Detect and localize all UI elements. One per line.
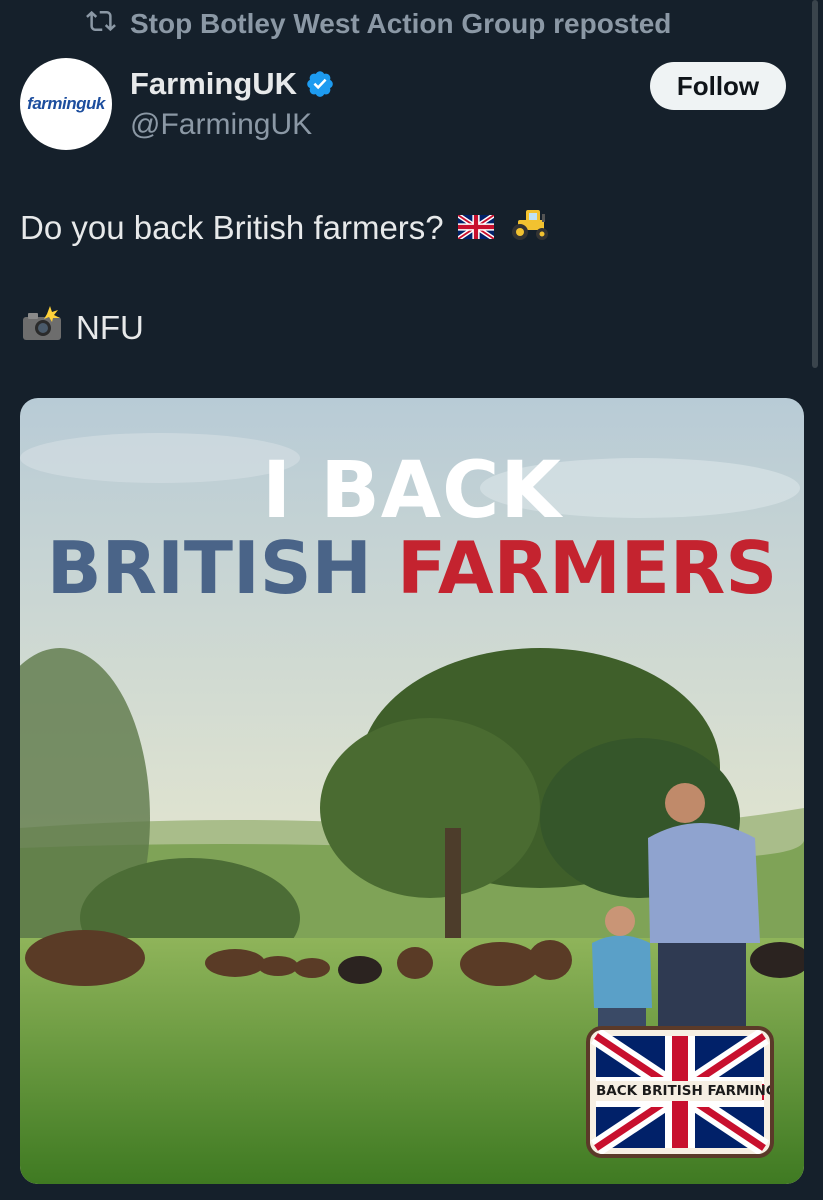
repost-icon bbox=[84, 6, 118, 43]
tweet-text-line-1: Do you back British farmers? bbox=[20, 206, 552, 250]
repost-context[interactable]: Stop Botley West Action Group reposted bbox=[84, 6, 671, 42]
verified-badge-icon bbox=[305, 69, 335, 99]
avatar-logo-text: farminguk bbox=[27, 94, 105, 113]
scrollbar[interactable] bbox=[812, 0, 818, 368]
headline-line-2: BRITISH FARMERS bbox=[20, 526, 804, 610]
avatar[interactable]: farminguk bbox=[20, 58, 112, 150]
author-block: FarmingUK @FarmingUK bbox=[130, 66, 335, 142]
back-british-farming-badge: BACK BRITISH FARMING bbox=[586, 1026, 774, 1158]
author-display-name: FarmingUK bbox=[130, 66, 298, 101]
tweet-media-image[interactable]: I BACK BRITISH FARMERS BACK BRITISH FARM… bbox=[20, 398, 804, 1184]
author-handle[interactable]: @FarmingUK bbox=[130, 108, 335, 142]
follow-button[interactable]: Follow bbox=[650, 62, 786, 110]
tweet-text-line-2: NFU bbox=[20, 306, 144, 350]
tweet-credit: NFU bbox=[76, 309, 144, 346]
uk-flag-icon bbox=[456, 209, 495, 247]
headline-word-british: BRITISH bbox=[46, 526, 372, 610]
tractor-icon bbox=[508, 206, 552, 250]
author-name-row[interactable]: FarmingUK bbox=[130, 66, 335, 102]
badge-label: BACK BRITISH FARMING bbox=[596, 1081, 774, 1101]
tweet-question: Do you back British farmers? bbox=[20, 209, 444, 246]
camera-flash-icon bbox=[20, 306, 64, 350]
headline-line-1: I BACK bbox=[262, 446, 562, 536]
headline-word-farmers: FARMERS bbox=[396, 526, 778, 610]
repost-label: Stop Botley West Action Group reposted bbox=[130, 8, 672, 39]
